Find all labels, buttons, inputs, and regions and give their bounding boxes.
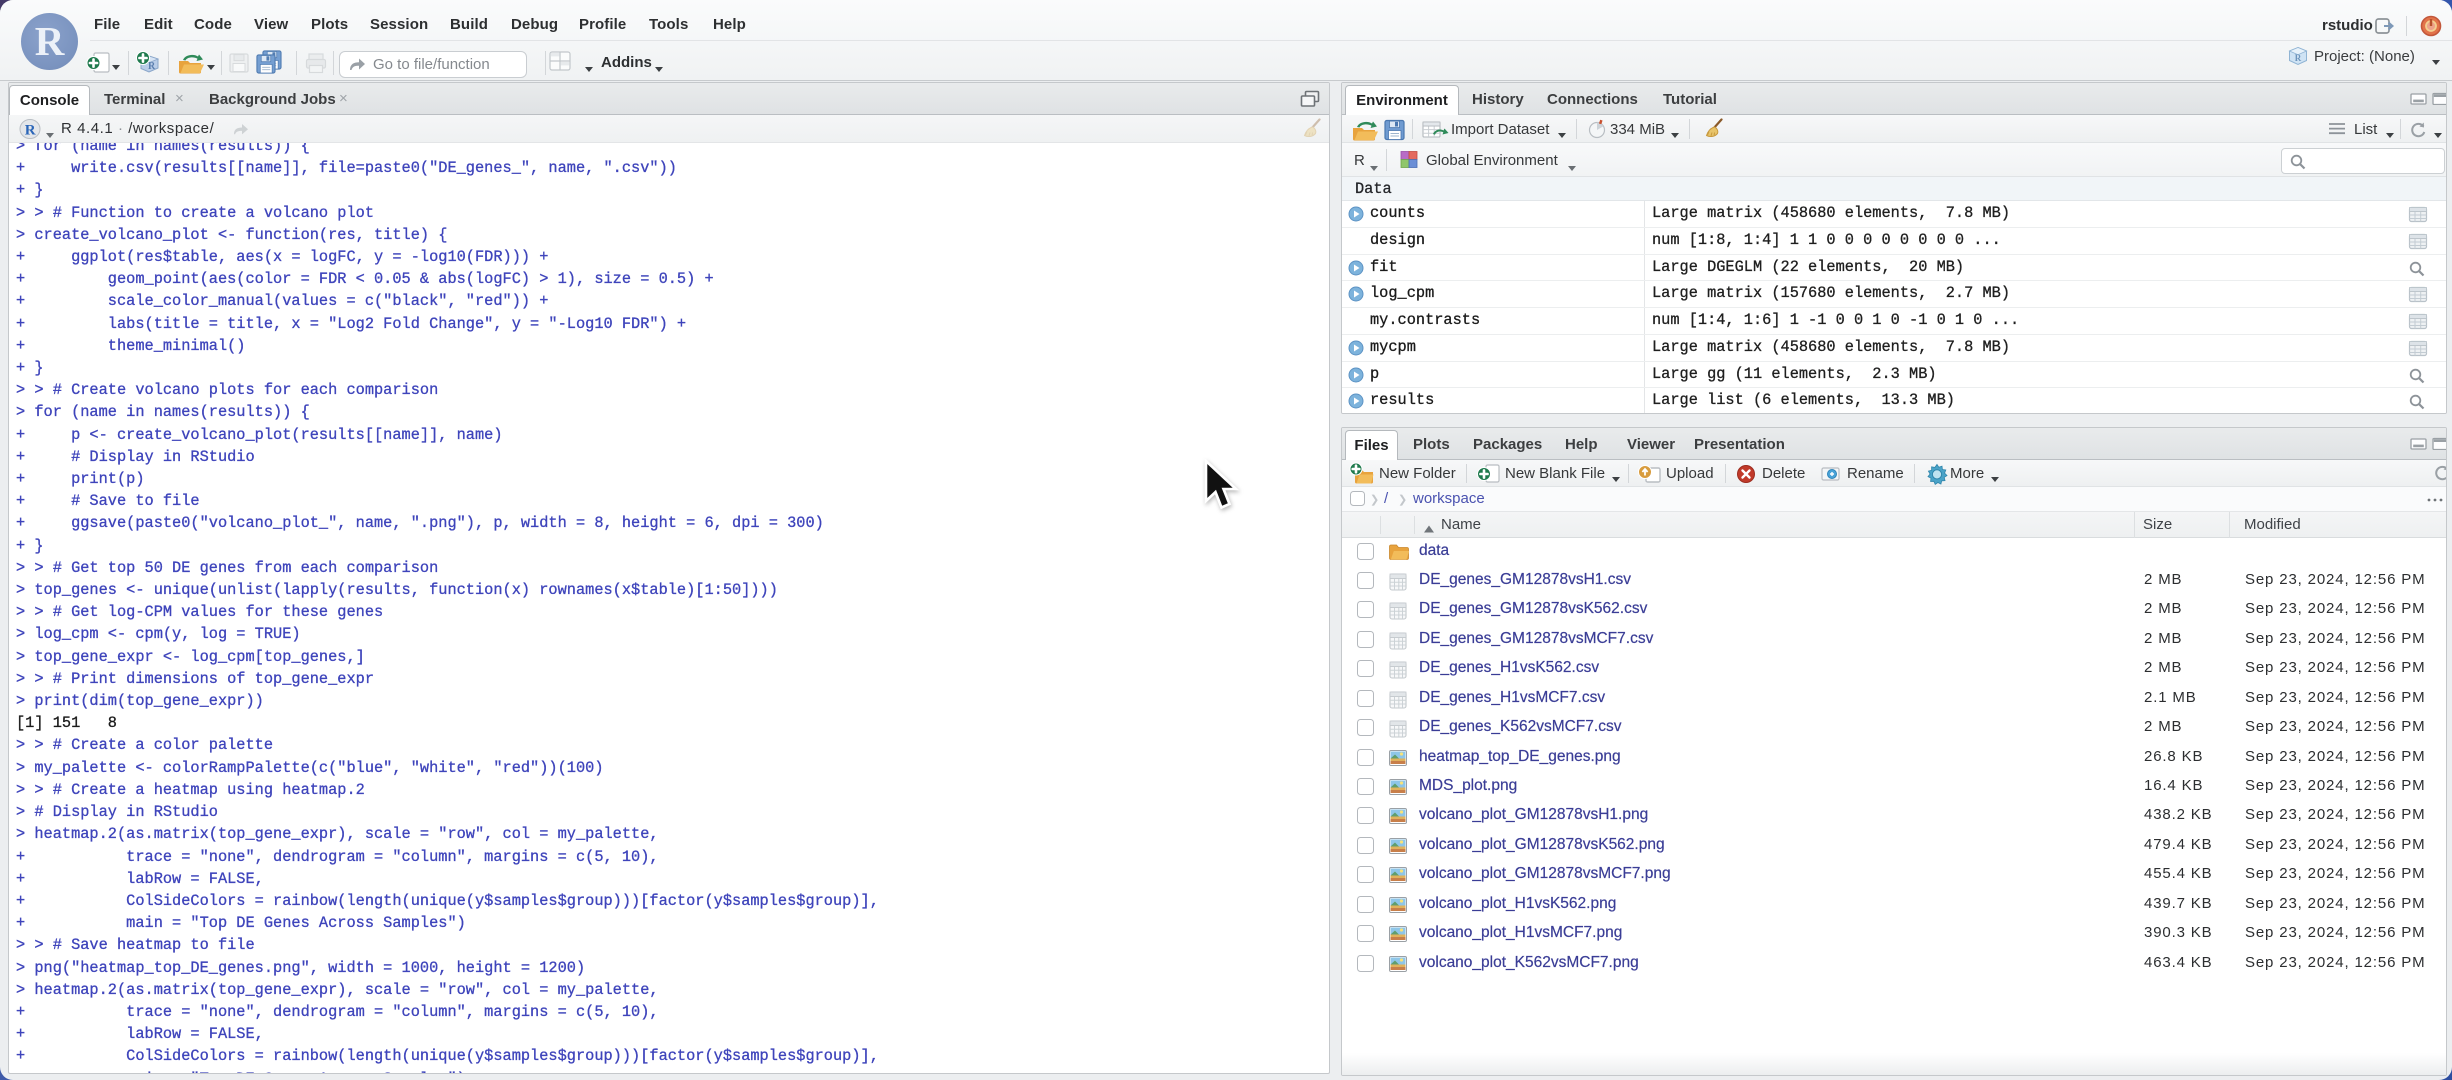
svg-text:R: R xyxy=(2295,53,2302,63)
svg-text:R: R xyxy=(148,61,156,72)
svg-text:R: R xyxy=(25,123,36,139)
